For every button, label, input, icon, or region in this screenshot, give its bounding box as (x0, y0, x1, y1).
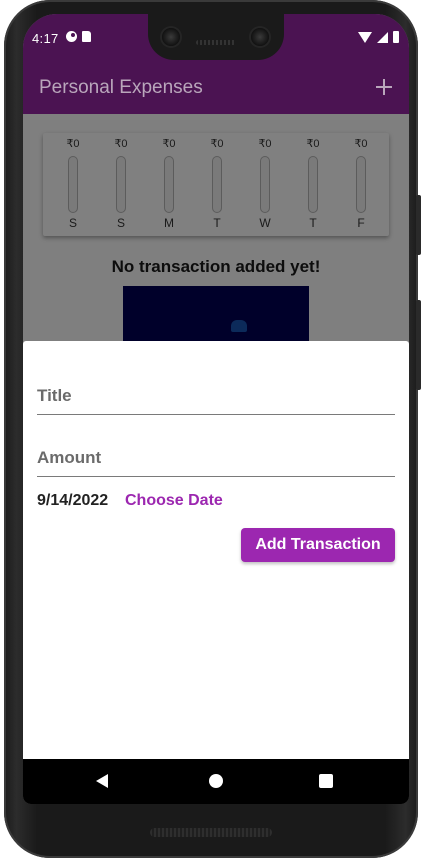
bar-amount-label: ₹0 (114, 138, 128, 150)
bar-track (212, 156, 222, 213)
bar-day-label: F (357, 216, 365, 230)
app-title: Personal Expenses (39, 77, 203, 98)
earpiece-speaker (196, 40, 236, 45)
bar-track (356, 156, 366, 213)
bar-amount-label: ₹0 (66, 138, 80, 150)
bar-day-label: M (164, 216, 174, 230)
choose-date-button[interactable]: Choose Date (125, 492, 223, 510)
chart-bar: ₹0 S (58, 137, 88, 233)
phone-frame: 4:17 Personal Expenses ₹0 S ₹0 S ₹0 M ₹0 T ₹0 W ₹0… (4, 0, 421, 858)
selected-date-text: 9/14/2022 (37, 492, 109, 509)
bar-day-label: T (213, 216, 221, 230)
status-icons-left (66, 31, 91, 42)
chart-bar: ₹0 F (346, 137, 376, 233)
back-triangle-icon[interactable] (96, 774, 108, 788)
add-transaction-button[interactable]: Add Transaction (241, 528, 395, 562)
data-saver-icon (66, 31, 77, 42)
bar-amount-label: ₹0 (306, 138, 320, 150)
bar-amount-label: ₹0 (258, 138, 272, 150)
chart-bar: ₹0 W (250, 137, 280, 233)
power-button (416, 195, 421, 255)
weekly-chart-card: ₹0 S ₹0 S ₹0 M ₹0 T ₹0 W ₹0 T ₹0 F (43, 133, 389, 236)
bar-day-label: S (116, 216, 125, 230)
bar-day-label: T (309, 216, 317, 230)
new-transaction-sheet: Title Amount 9/14/2022 Choose Date Add T… (23, 341, 409, 771)
title-field[interactable]: Title (37, 386, 72, 406)
bar-track (116, 156, 126, 213)
bar-amount-label: ₹0 (162, 138, 176, 150)
sd-card-icon (82, 31, 91, 42)
front-camera-icon (162, 28, 180, 46)
chart-bar: ₹0 T (298, 137, 328, 233)
bar-day-label: S (68, 216, 77, 230)
bar-day-label: W (259, 216, 271, 230)
empty-state-image (123, 286, 309, 346)
volume-button (416, 300, 421, 390)
bar-amount-label: ₹0 (354, 138, 368, 150)
wifi-icon (358, 31, 372, 43)
bar-amount-label: ₹0 (210, 138, 224, 150)
chart-bar: ₹0 T (202, 137, 232, 233)
front-sensor-icon (251, 28, 269, 46)
status-time: 4:17 (32, 31, 59, 46)
home-circle-icon[interactable] (209, 774, 223, 788)
plus-icon[interactable] (373, 76, 395, 98)
amount-underline (37, 476, 395, 477)
empty-state-message: No transaction added yet! (111, 257, 321, 276)
bar-track (68, 156, 78, 213)
camera-notch (148, 14, 284, 60)
bar-track (308, 156, 318, 213)
battery-icon (393, 31, 399, 43)
recents-square-icon[interactable] (319, 774, 333, 788)
system-nav-bar (23, 759, 409, 804)
amount-field[interactable]: Amount (37, 448, 101, 468)
title-underline (37, 414, 395, 415)
bar-track (164, 156, 174, 213)
signal-icon (377, 31, 388, 43)
status-icons-right (358, 31, 399, 43)
app-bar: Personal Expenses (23, 62, 409, 114)
chart-bar: ₹0 S (106, 137, 136, 233)
empty-state-illustration-icon (231, 320, 247, 332)
device-screen: 4:17 Personal Expenses ₹0 S ₹0 S ₹0 M ₹0 T ₹0 W ₹0… (23, 14, 409, 804)
bottom-speaker-grille (150, 828, 272, 837)
bar-track (260, 156, 270, 213)
main-content-dimmed: ₹0 S ₹0 S ₹0 M ₹0 T ₹0 W ₹0 T ₹0 F No transaction add… (23, 114, 409, 346)
chart-bar: ₹0 M (154, 137, 184, 233)
